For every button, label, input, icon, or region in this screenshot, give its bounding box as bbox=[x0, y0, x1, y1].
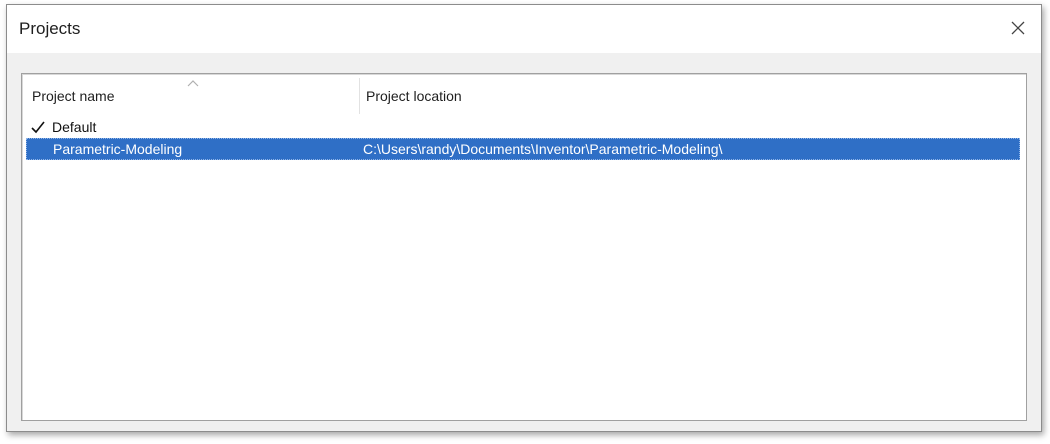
project-name-cell: Parametric-Modeling bbox=[53, 141, 183, 157]
title-bar: Projects bbox=[7, 5, 1041, 53]
projects-dialog: Projects Project name Project location D… bbox=[6, 4, 1042, 432]
checkmark-icon bbox=[31, 121, 45, 134]
projects-list[interactable]: Project name Project location Default Pa… bbox=[21, 73, 1027, 421]
project-location-cell: C:\Users\randy\Documents\Inventor\Parame… bbox=[363, 141, 723, 157]
column-header-label: Project name bbox=[32, 88, 115, 104]
list-header: Project name Project location bbox=[26, 78, 1020, 114]
sort-up-icon bbox=[187, 80, 199, 87]
list-item-default[interactable]: Default bbox=[26, 116, 1020, 138]
column-header-project-name[interactable]: Project name bbox=[26, 78, 360, 114]
close-icon bbox=[1011, 21, 1025, 35]
close-button[interactable] bbox=[1001, 11, 1035, 45]
list-item-parametric-modeling[interactable]: Parametric-Modeling C:\Users\randy\Docum… bbox=[26, 138, 1020, 160]
project-name-cell: Default bbox=[52, 119, 97, 135]
column-header-label: Project location bbox=[366, 88, 462, 104]
column-header-project-location[interactable]: Project location bbox=[360, 78, 1020, 114]
dialog-title: Projects bbox=[19, 19, 81, 38]
